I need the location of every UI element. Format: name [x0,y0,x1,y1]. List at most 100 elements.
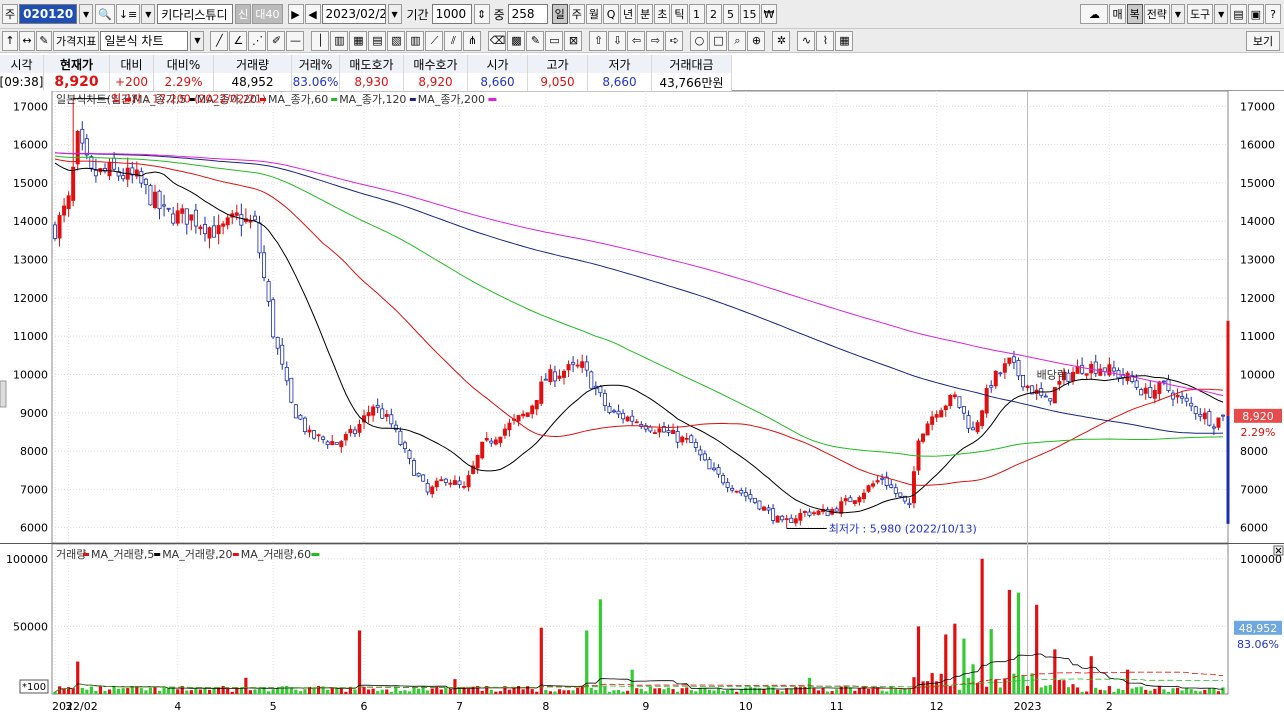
candle-body[interactable] [1080,364,1085,374]
fib-tool-icon[interactable]: ▦ [349,30,368,51]
edit-icon[interactable]: ✎ [36,30,52,51]
volume-bar[interactable] [112,686,116,694]
volume-bar[interactable] [1098,689,1102,694]
candle-body[interactable] [771,508,776,521]
candle-body[interactable] [416,472,421,477]
candle-body[interactable] [325,441,330,446]
candle-body[interactable] [521,413,526,417]
candle-body[interactable] [1107,364,1112,376]
channel-tool-icon[interactable]: ⫽ [444,30,463,51]
candle-body[interactable] [716,467,721,475]
period-button-6[interactable]: 초 [654,4,671,24]
candle-body[interactable] [925,423,930,436]
candle-body[interactable] [1171,392,1176,400]
candle-body[interactable] [402,442,407,450]
candle-body[interactable] [1202,412,1207,420]
volume-bar[interactable] [1103,690,1107,694]
candle-body[interactable] [84,138,89,156]
volume-bar[interactable] [866,688,871,694]
volume-bar[interactable] [385,689,389,694]
volume-bar[interactable] [576,688,580,694]
candle-body[interactable] [62,205,67,216]
candle-body[interactable] [239,214,244,226]
volume-bar[interactable] [1039,687,1043,694]
sort-icon[interactable]: ↓≡ [115,4,141,24]
volume-bar[interactable] [1139,686,1143,694]
volume-bar[interactable] [466,688,471,694]
candle-body[interactable] [766,507,771,511]
candle-body[interactable] [1057,381,1062,385]
candle-body[interactable] [366,412,371,417]
volume-bar[interactable] [807,677,812,694]
volume-bar[interactable] [644,691,648,694]
volume-bar[interactable] [89,686,93,694]
candle-body[interactable] [157,190,162,210]
candle-body[interactable] [166,207,171,210]
fan-tool-icon[interactable]: ⋰ [248,30,267,51]
volume-bar[interactable] [453,679,457,694]
volume-bar[interactable] [1121,689,1125,694]
candle-body[interactable] [216,225,221,235]
candle-body[interactable] [1175,394,1180,398]
candle-body[interactable] [761,506,766,511]
candle-body[interactable] [189,214,194,221]
period-button-5[interactable]: 분 [637,4,654,24]
candle-body[interactable] [1093,361,1098,374]
volume-bar[interactable] [798,687,802,694]
volume-bar[interactable] [894,688,898,694]
candle-body[interactable] [575,364,580,367]
candle-body[interactable] [466,475,471,488]
volume-bar[interactable] [1180,690,1184,694]
candle-body[interactable] [330,441,335,446]
volume-bar[interactable] [526,686,530,694]
volume-bar[interactable] [1035,604,1039,694]
candle-body[interactable] [371,406,376,416]
volume-bar[interactable] [1080,691,1084,694]
candle-body[interactable] [893,487,898,494]
volume-bar[interactable] [212,687,216,694]
candle-body[interactable] [1184,397,1189,402]
volume-bar[interactable] [1030,673,1034,694]
candle-body[interactable] [671,429,676,434]
candle-body[interactable] [207,227,212,239]
volume-bar[interactable] [312,688,316,694]
volume-bar[interactable] [1066,687,1071,694]
volume-bar[interactable] [498,691,502,694]
candle-body[interactable] [148,185,153,206]
volume-bar[interactable] [1016,592,1021,694]
candle-body[interactable] [1139,389,1144,396]
candle-body[interactable] [334,442,339,445]
candle-body[interactable] [107,162,112,177]
wave-tool-icon[interactable]: ∿ [797,30,816,51]
volume-bar[interactable] [103,690,107,694]
candle-body[interactable] [989,385,994,388]
date-dropdown-icon[interactable]: ▼ [387,4,402,24]
volume-bar[interactable] [1175,687,1180,694]
toolbar-right-2[interactable]: 전략 [1143,4,1170,24]
volume-bar[interactable] [780,691,784,694]
candle-body[interactable] [857,497,862,503]
candle-body[interactable] [498,436,503,443]
volume-bar[interactable] [339,687,343,694]
candle-body[interactable] [93,169,98,177]
candle-body[interactable] [343,434,348,441]
period-spinner-icon[interactable]: ⇕ [473,4,490,24]
prev-arrow-icon[interactable]: ◀ [304,4,321,24]
volume-bar[interactable] [821,688,825,694]
candle-body[interactable] [1066,372,1071,382]
volume-bar[interactable] [257,688,262,694]
volume-bar[interactable] [521,689,525,694]
volume-bar[interactable] [876,687,880,694]
candle-body[interactable] [993,370,998,387]
candle-body[interactable] [502,428,507,436]
volume-bar[interactable] [1171,688,1175,694]
left-tool-icon[interactable]: ⇦ [627,30,646,51]
volume-bar[interactable] [1207,688,1211,694]
candle-body[interactable] [89,156,94,169]
angle-tool-icon[interactable]: ∠ [229,30,248,51]
candle-body[interactable] [707,459,712,470]
volume-bar[interactable] [848,687,852,694]
volume-bar[interactable] [585,630,589,694]
volume-bar[interactable] [1153,688,1157,694]
period-button-8[interactable]: 1 [688,4,705,24]
